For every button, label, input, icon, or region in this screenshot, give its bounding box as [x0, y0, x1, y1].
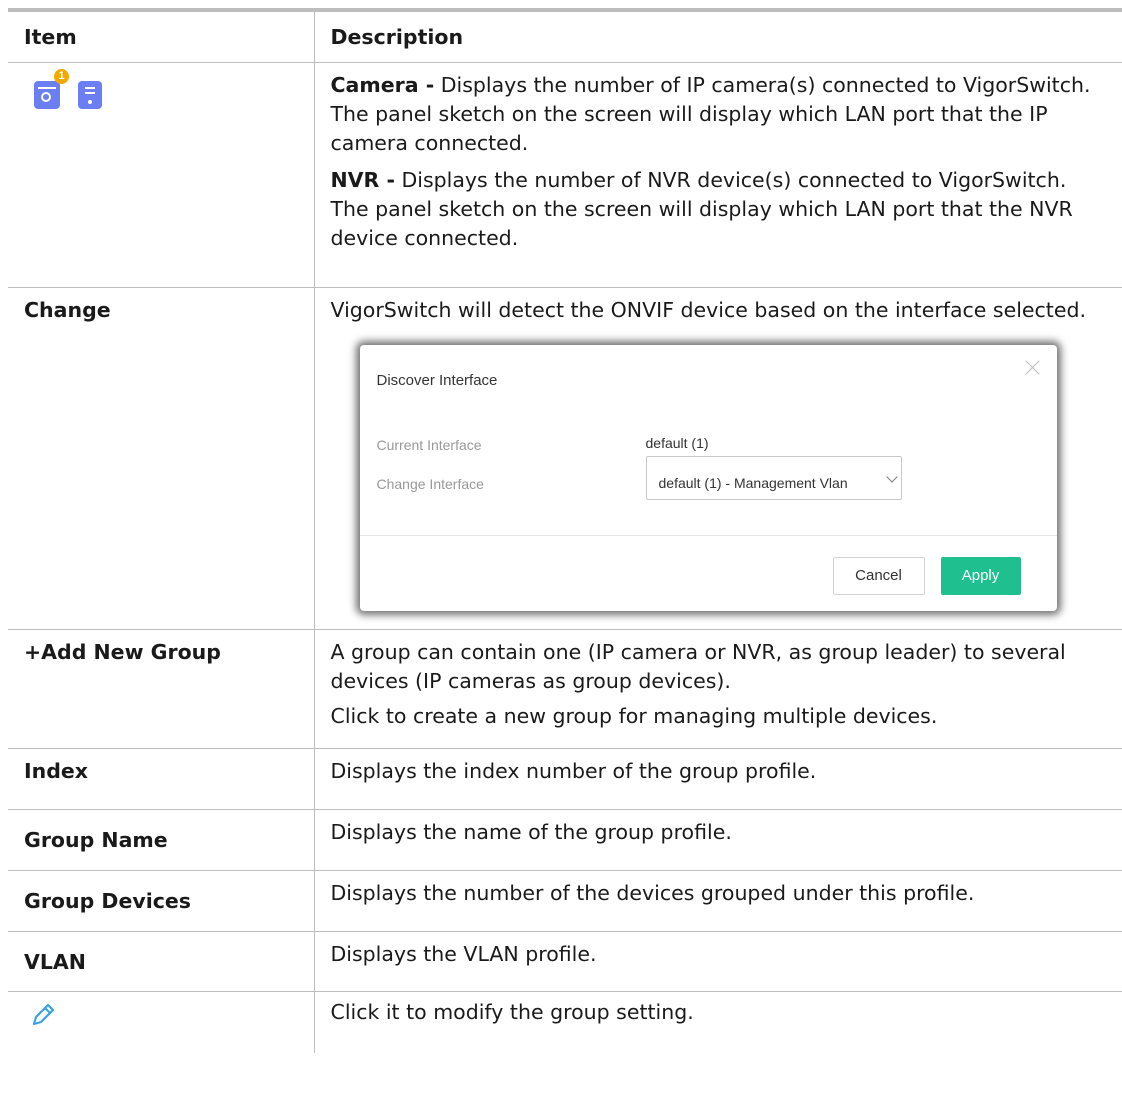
- description-cell: Displays the index number of the group p…: [314, 748, 1122, 810]
- current-interface-value: default (1): [645, 434, 709, 451]
- close-icon[interactable]: [1025, 359, 1041, 375]
- table-row: VLAN Displays the VLAN profile.: [8, 931, 1122, 992]
- item-group-devices: Group Devices: [24, 888, 191, 913]
- table-row: Group Name Displays the name of the grou…: [8, 809, 1122, 871]
- dialog-screenshot: Discover Interface Current Interface def…: [331, 335, 1107, 611]
- change-interface-select[interactable]: default (1) - Management Vlan: [645, 455, 902, 500]
- description-cell: Click it to modify the group setting.: [314, 991, 1122, 1053]
- change-interface-value: default (1) - Management Vlan: [658, 474, 848, 491]
- item-cell: Group Devices: [8, 870, 315, 932]
- group-devices-description: Displays the number of the devices group…: [330, 880, 975, 905]
- description-cell: A group can contain one (IP camera or NV…: [314, 629, 1122, 749]
- group-name-description: Displays the name of the group profile.: [330, 819, 732, 844]
- item-index: Index: [24, 758, 89, 783]
- item-cell: Group Name: [8, 809, 315, 871]
- chevron-down-icon: [885, 470, 898, 483]
- index-description: Displays the index number of the group p…: [330, 758, 817, 783]
- description-cell: Camera - Displays the number of IP camer…: [314, 62, 1122, 288]
- table-row: Change VigorSwitch will detect the ONVIF…: [8, 287, 1122, 630]
- table-row: +Add New Group A group can contain one (…: [8, 629, 1122, 749]
- pencil-icon: [32, 1003, 55, 1025]
- header-description: Description: [314, 12, 1122, 63]
- item-group-name: Group Name: [24, 827, 168, 852]
- camera-label: Camera -: [330, 72, 435, 97]
- item-cell: +Add New Group: [8, 629, 315, 749]
- description-table: Item Description 1 Camera - Displays the…: [8, 12, 1122, 1053]
- cancel-button[interactable]: Cancel: [832, 556, 925, 595]
- description-cell: Displays the number of the devices group…: [314, 870, 1122, 932]
- description-cell: Displays the name of the group profile.: [314, 809, 1122, 871]
- item-vlan: VLAN: [24, 949, 86, 974]
- item-cell: Index: [8, 748, 315, 810]
- table-row: Group Devices Displays the number of the…: [8, 870, 1122, 932]
- description-cell: VigorSwitch will detect the ONVIF device…: [314, 287, 1122, 630]
- discover-interface-dialog: Discover Interface Current Interface def…: [359, 344, 1057, 611]
- table-header-row: Item Description: [8, 12, 1122, 63]
- nvr-icon: [78, 80, 102, 109]
- item-change: Change: [24, 297, 111, 322]
- camera-text: Displays the number of IP camera(s) conn…: [330, 72, 1091, 155]
- dialog-title: Discover Interface: [376, 371, 498, 389]
- current-interface-label: Current Interface: [376, 436, 482, 453]
- dialog-divider: [359, 534, 1057, 536]
- item-cell: 1: [8, 62, 315, 288]
- add-group-description: A group can contain one (IP camera or NV…: [330, 639, 1066, 693]
- nvr-description: NVR - Displays the number of NVR device(…: [331, 166, 1107, 253]
- camera-icon: 1: [34, 68, 69, 109]
- add-group-description-2: Click to create a new group for managing…: [330, 703, 938, 728]
- table-row: Index Displays the index number of the g…: [8, 748, 1122, 810]
- nvr-text: Displays the number of NVR device(s) con…: [330, 167, 1073, 250]
- table-row: 1 Camera - Displays the number of IP cam…: [8, 62, 1122, 288]
- vlan-description: Displays the VLAN profile.: [330, 941, 597, 966]
- table-row: Click it to modify the group setting.: [8, 991, 1122, 1053]
- camera-description: Camera - Displays the number of IP camer…: [331, 71, 1107, 158]
- item-add-new-group: +Add New Group: [24, 639, 221, 664]
- item-cell: [8, 991, 315, 1053]
- header-item: Item: [8, 12, 315, 63]
- change-interface-label: Change Interface: [376, 475, 484, 492]
- description-cell: Displays the VLAN profile.: [314, 931, 1122, 992]
- edit-description: Click it to modify the group setting.: [330, 999, 694, 1024]
- apply-button[interactable]: Apply: [940, 556, 1021, 595]
- item-cell: VLAN: [8, 931, 315, 992]
- nvr-label: NVR -: [330, 167, 395, 192]
- change-description: VigorSwitch will detect the ONVIF device…: [330, 297, 1086, 322]
- camera-count-badge: 1: [54, 68, 69, 84]
- item-cell: Change: [8, 287, 315, 630]
